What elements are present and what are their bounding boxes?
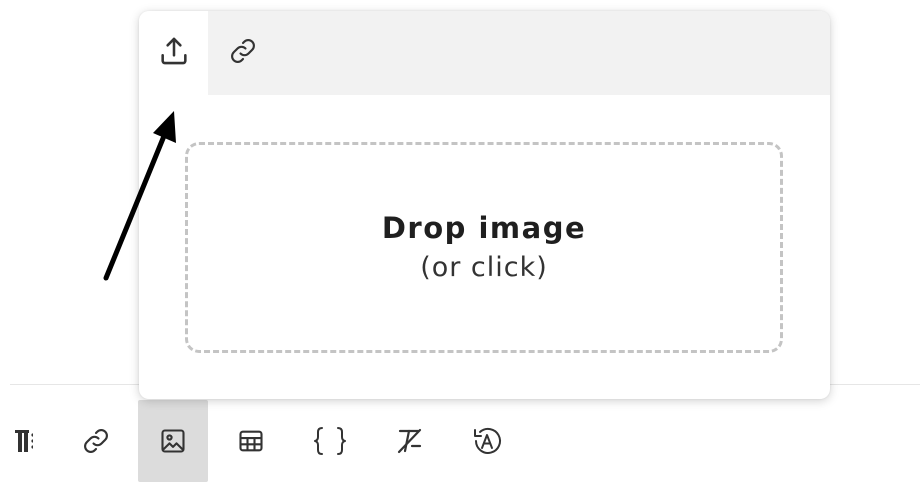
code-braces-icon (312, 425, 348, 457)
paragraph-format-icon (0, 426, 33, 456)
image-icon (159, 427, 187, 455)
insert-image-popup: Drop image (or click) (139, 11, 830, 399)
paragraph-format-button[interactable] (0, 400, 48, 482)
popup-tab-bar (139, 11, 830, 95)
insert-table-button[interactable] (216, 400, 286, 482)
insert-image-button[interactable] (138, 400, 208, 482)
tab-image-by-url[interactable] (208, 11, 277, 95)
upload-icon (157, 34, 191, 73)
clear-formatting-icon (394, 425, 426, 457)
insert-code-button[interactable] (295, 400, 365, 482)
dropzone-subtitle: (or click) (420, 251, 548, 283)
insert-link-button[interactable] (61, 400, 131, 482)
editor-screen: Drop image (or click) (0, 0, 920, 490)
image-dropzone[interactable]: Drop image (or click) (185, 142, 783, 353)
link-icon (228, 36, 258, 71)
spellcheck-button[interactable] (452, 400, 522, 482)
clear-formatting-button[interactable] (375, 400, 445, 482)
table-icon (237, 427, 265, 455)
link-icon (81, 426, 111, 456)
dropzone-title: Drop image (381, 210, 587, 245)
editor-toolbar (0, 400, 920, 484)
tab-upload-image[interactable] (139, 11, 208, 95)
spellcheck-icon (471, 425, 503, 457)
